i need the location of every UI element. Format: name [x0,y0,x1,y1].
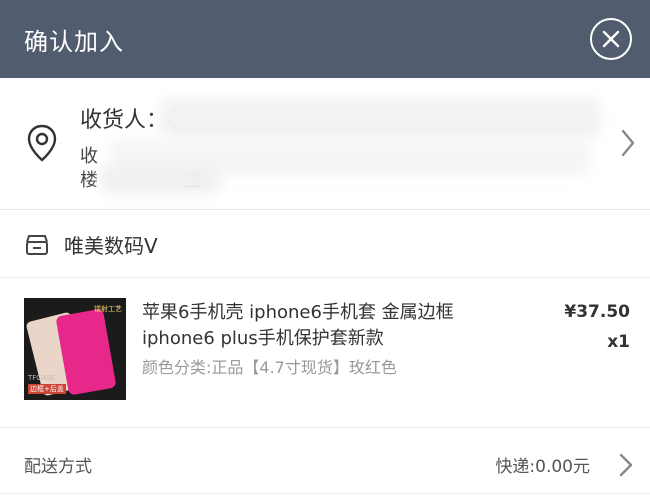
redacted-address-2 [100,166,220,194]
product-title: 苹果6手机壳 iphone6手机套 金属边框 iphone6 plus手机保护套… [142,302,454,349]
chevron-right-icon [621,129,635,157]
thumbnail-tag-mid: TFCASE [28,374,55,382]
product-thumbnail[interactable]: 镭射工艺 TFCASE 边框+后盖 [24,298,126,400]
page-title: 确认加入 [24,27,124,56]
delivery-value: 快递:0.00元 [495,457,590,477]
thumbnail-tag-bottom: 边框+后盖 [28,384,66,394]
location-pin-icon [27,124,57,162]
delivery-label: 配送方式 [24,457,92,477]
store-icon [26,234,48,255]
product-item[interactable]: 镭射工艺 TFCASE 边框+后盖 苹果6手机壳 iphone6手机套 金属边框… [0,278,650,428]
address-section[interactable]: 收货人：礻 收 楼室 [0,78,650,210]
close-button[interactable] [590,18,632,60]
product-price: ¥37.50 [564,302,630,322]
shop-row: 唯美数码V [0,212,650,278]
shop-name: 唯美数码V [64,234,158,258]
delivery-row[interactable]: 配送方式 快递:0.00元 [0,436,650,494]
product-quantity: x1 [607,332,630,352]
chevron-right-icon [619,453,633,477]
address-line: 收 [80,146,98,167]
thumbnail-tag-top: 镭射工艺 [94,305,122,313]
close-icon [602,30,620,48]
header-bar: 确认加入 [0,0,650,78]
product-spec: 颜色分类:正品【4.7寸现货】玫红色 [142,358,397,377]
redacted-recipient [160,98,600,138]
